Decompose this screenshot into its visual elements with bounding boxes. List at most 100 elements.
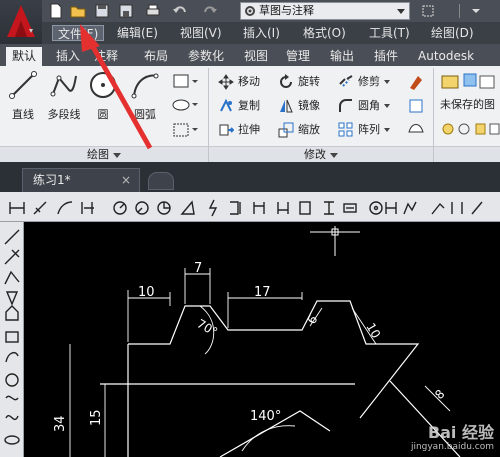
open-folder-icon[interactable] (70, 3, 86, 19)
tab-annotate[interactable]: 注释 (88, 47, 124, 66)
arc-label: 圆弧 (134, 108, 156, 121)
copy-tool[interactable]: 复制 (218, 96, 260, 116)
crosshair-cursor (310, 226, 360, 256)
autocad-window: 草图与注释 文件(F) 编辑(E) 视图(V) 插入(I) 格式(O) 工具(T… (0, 0, 500, 457)
polyline-label: 多段线 (47, 108, 81, 121)
customize-qa-icon[interactable] (468, 3, 484, 19)
circle-icon (90, 72, 116, 98)
tab-autodesk360[interactable]: Autodesk 360 (412, 47, 500, 81)
layer-state-label[interactable]: 未保存的图 (440, 96, 500, 114)
move-tool[interactable]: 移动 (218, 72, 260, 92)
tab-insert[interactable]: 插入 (50, 47, 86, 66)
chevron-down-icon (384, 80, 390, 84)
menu-insert[interactable]: 插入(I) (238, 25, 285, 41)
rotate-tool[interactable]: 旋转 (278, 72, 320, 92)
menu-file[interactable]: 文件(F) (52, 25, 105, 41)
move-icon (218, 74, 234, 90)
quick-access-toolbar: 草图与注释 (0, 0, 500, 22)
dim-text: 6 (304, 313, 320, 327)
new-file-icon[interactable] (48, 3, 64, 19)
tab-default[interactable]: 默认 (6, 47, 43, 66)
menu-view[interactable]: 视图(V) (175, 25, 227, 41)
ribbon-panel-area: 直线 多段线 圆 圆弧 绘图 移动 复制 拉伸 旋转 镜像 缩放 修剪 圆角 阵… (0, 66, 500, 162)
layer-props-icon[interactable] (420, 3, 436, 19)
line-tool[interactable]: 直线 (6, 70, 40, 122)
menu-format[interactable]: 格式(O) (298, 25, 351, 41)
scale-tool[interactable]: 缩放 (278, 120, 320, 140)
dim-text: 10 (138, 285, 155, 300)
line-icon (9, 71, 37, 99)
menu-draw[interactable]: 绘图(D) (426, 25, 479, 41)
modify-extra-tools-icon[interactable] (406, 72, 428, 142)
dim-text: 70° (195, 316, 220, 339)
workspace-dropdown[interactable]: 草图与注释 (240, 2, 410, 20)
dim-text: 140° (250, 409, 281, 424)
undo-icon[interactable] (172, 3, 188, 19)
left-draw-toolbar (0, 222, 24, 457)
drawing-tab-name: 练习1* (33, 173, 71, 187)
array-icon (338, 122, 353, 137)
ribbon-tab-bar: 默认 插入 注释 布局 参数化 视图 管理 输出 插件 Autodesk 360 (0, 44, 500, 81)
mirror-icon (280, 99, 293, 113)
arc-icon (131, 73, 159, 99)
trim-tool[interactable]: 修剪 (338, 72, 390, 92)
copy-icon (220, 98, 232, 112)
stretch-icon (219, 124, 234, 136)
scale-icon (278, 122, 294, 138)
layer-panel-title[interactable] (434, 146, 500, 162)
layer-state-icons[interactable] (440, 120, 500, 138)
drawing-tab[interactable]: 练习1* × (22, 168, 140, 192)
chevron-down-icon (384, 128, 390, 132)
gear-icon (245, 6, 255, 16)
drawing-canvas[interactable]: 10 7 17 6 10 70° 34 15 140° 8 Bai 经验 jin… (30, 226, 500, 457)
draw-panel-title[interactable]: 绘图 (0, 146, 208, 162)
left-draw-tools-icons[interactable] (3, 228, 21, 454)
fillet-tool[interactable]: 圆角 (338, 96, 390, 116)
circle-tool[interactable]: 圆 (86, 70, 120, 122)
tab-parametric[interactable]: 参数化 (182, 47, 230, 66)
trim-icon (339, 75, 353, 87)
separator-icon (459, 4, 460, 18)
menu-edit[interactable]: 编辑(E) (112, 25, 163, 41)
dim-text: 8 (432, 387, 447, 402)
application-menu-button[interactable] (0, 0, 42, 44)
new-drawing-tab-button[interactable] (148, 172, 174, 190)
tab-manage[interactable]: 管理 (280, 47, 316, 66)
dimension-tools-icons[interactable] (2, 196, 498, 220)
polyline-icon (50, 75, 77, 97)
rotate-icon (280, 74, 292, 88)
redo-icon[interactable] (202, 3, 218, 19)
save-as-icon[interactable] (118, 3, 134, 19)
menu-bar: 文件(F) 编辑(E) 视图(V) 插入(I) 格式(O) 工具(T) 绘图(D… (42, 22, 500, 44)
draw-small-tools-icon[interactable] (170, 72, 200, 142)
dim-text: 10 (363, 321, 383, 341)
print-icon[interactable] (145, 3, 161, 19)
stretch-tool[interactable]: 拉伸 (218, 120, 260, 140)
dim-text: 17 (254, 285, 271, 300)
mirror-tool[interactable]: 镜像 (278, 96, 320, 116)
part-outline (100, 300, 461, 457)
line-label: 直线 (12, 108, 34, 121)
arc-tool[interactable]: 圆弧 (128, 70, 162, 122)
watermark-logo: Bai 经验 jingyan.baidu.com (410, 423, 494, 453)
fillet-icon (339, 99, 352, 112)
circle-label: 圆 (97, 108, 109, 121)
tab-plugins[interactable]: 插件 (368, 47, 404, 66)
modify-panel-title[interactable]: 修改 (209, 146, 433, 162)
array-tool[interactable]: 阵列 (338, 120, 390, 140)
save-icon[interactable] (94, 3, 110, 19)
tab-output[interactable]: 输出 (324, 47, 360, 66)
close-icon[interactable]: × (121, 169, 131, 191)
menu-tools[interactable]: 工具(T) (364, 25, 415, 41)
dim-text: 15 (89, 409, 104, 426)
layer-properties-icon[interactable] (440, 72, 500, 92)
chevron-down-icon (397, 9, 405, 14)
chevron-down-icon (384, 104, 390, 108)
drawing-tab-bar: 练习1* × (0, 162, 500, 192)
polyline-tool[interactable]: 多段线 (44, 70, 84, 122)
autocad-logo-icon (7, 5, 35, 37)
workspace-label: 草图与注释 (259, 4, 314, 17)
dim-text: 7 (194, 261, 202, 276)
tab-layout[interactable]: 布局 (138, 47, 174, 66)
tab-view[interactable]: 视图 (238, 47, 274, 66)
